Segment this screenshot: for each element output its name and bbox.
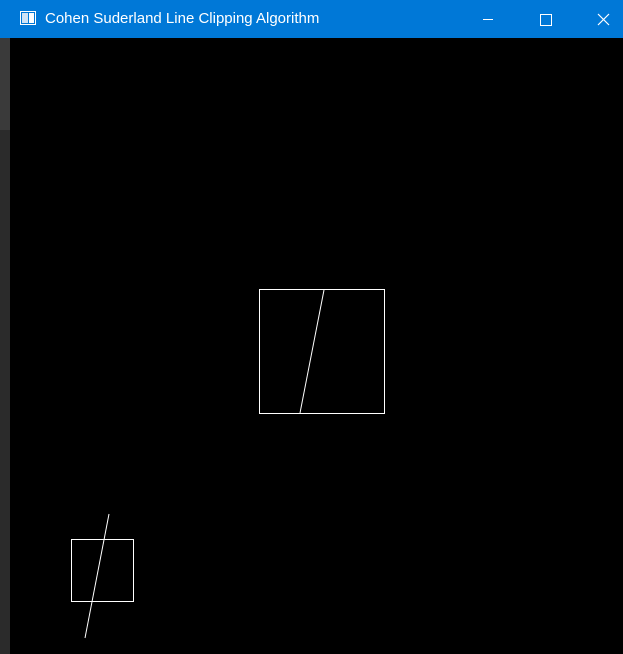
clip-window-after-clipping (259, 289, 385, 414)
close-button[interactable] (577, 0, 623, 38)
canvas-drawing (71, 289, 385, 639)
window-title: Cohen Suderland Line Clipping Algorithm (45, 10, 320, 27)
close-icon (597, 13, 610, 26)
minimize-button[interactable] (465, 0, 511, 38)
app-icon-right-pane (29, 13, 34, 23)
title-bar[interactable]: Cohen Suderland Line Clipping Algorithm (0, 0, 623, 38)
minimize-icon (483, 19, 493, 20)
clipped-line-segment (299, 289, 325, 414)
drawing-canvas (10, 38, 623, 654)
window-app-icon[interactable] (20, 11, 36, 25)
maximize-button[interactable] (523, 0, 569, 38)
screen: Cohen Suderland Line Clipping Algorithm (0, 0, 623, 654)
app-icon-left-pane (22, 13, 28, 23)
original-line-segment (84, 513, 110, 639)
background-window-edge (0, 38, 10, 654)
maximize-icon (540, 14, 552, 26)
app-window: Cohen Suderland Line Clipping Algorithm (0, 0, 623, 654)
background-window-edge-accent (0, 38, 10, 130)
